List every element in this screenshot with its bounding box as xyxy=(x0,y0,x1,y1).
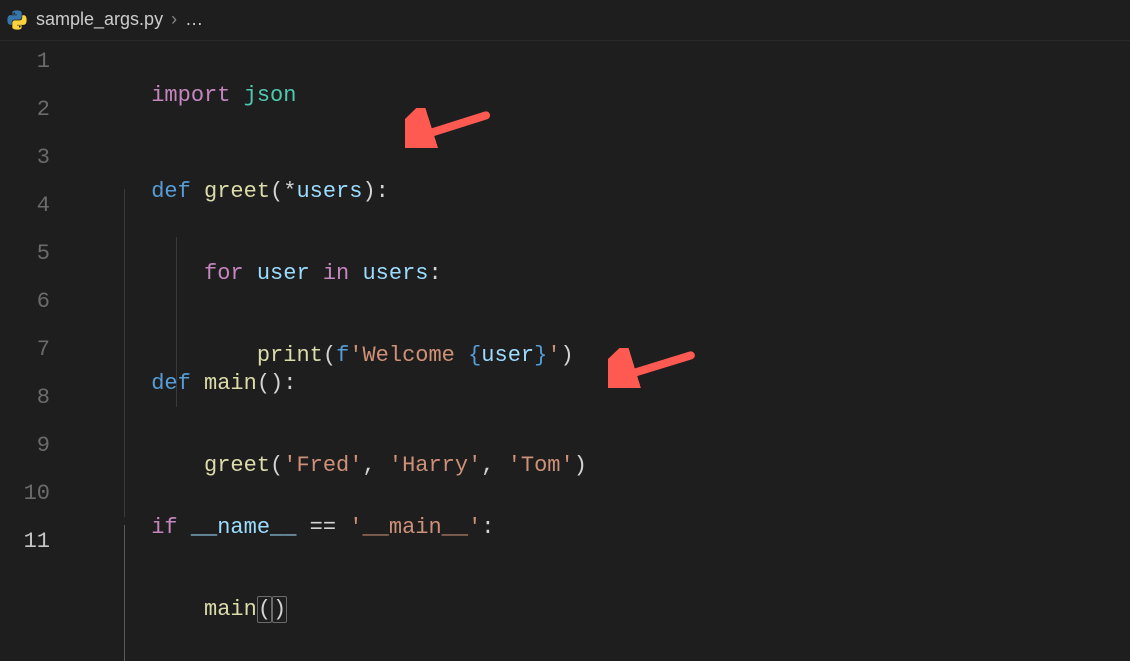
code-line[interactable]: 3 def greet(*users): xyxy=(0,141,1130,189)
matched-paren: ) xyxy=(272,596,287,623)
line-number: 10 xyxy=(0,477,72,511)
code-line[interactable]: 1 import json xyxy=(0,45,1130,93)
breadcrumb[interactable]: sample_args.py › … xyxy=(0,0,1130,41)
line-number: 9 xyxy=(0,429,72,463)
code-line[interactable]: 4 for user in users: xyxy=(0,189,1130,237)
line-number: 11 xyxy=(0,525,72,559)
breadcrumb-filename[interactable]: sample_args.py xyxy=(36,6,163,34)
line-number: 3 xyxy=(0,141,72,175)
breadcrumb-ellipsis[interactable]: … xyxy=(185,6,205,34)
code-line[interactable]: 10 if __name__ == '__main__': xyxy=(0,477,1130,525)
line-number: 6 xyxy=(0,285,72,319)
code-line[interactable]: 11 main() xyxy=(0,525,1130,573)
matched-paren: ( xyxy=(257,596,272,623)
code-line[interactable]: 9 xyxy=(0,429,1130,477)
code-line[interactable]: 2 xyxy=(0,93,1130,141)
line-number: 4 xyxy=(0,189,72,223)
code-line[interactable]: 6 xyxy=(0,285,1130,333)
code-line[interactable]: 7 def main(): xyxy=(0,333,1130,381)
line-number: 7 xyxy=(0,333,72,367)
python-file-icon xyxy=(6,9,28,31)
line-number: 8 xyxy=(0,381,72,415)
code-line[interactable]: 8 greet('Fred', 'Harry', 'Tom') xyxy=(0,381,1130,429)
line-number: 5 xyxy=(0,237,72,271)
breadcrumb-separator: › xyxy=(171,6,177,34)
call-name: main xyxy=(204,597,257,622)
code-content[interactable]: main() xyxy=(72,525,287,661)
line-number: 1 xyxy=(0,45,72,79)
code-editor[interactable]: 1 import json 2 3 def greet(*users): 4 f… xyxy=(0,41,1130,573)
code-line[interactable]: 5 print(f'Welcome {user}') xyxy=(0,237,1130,285)
line-number: 2 xyxy=(0,93,72,127)
